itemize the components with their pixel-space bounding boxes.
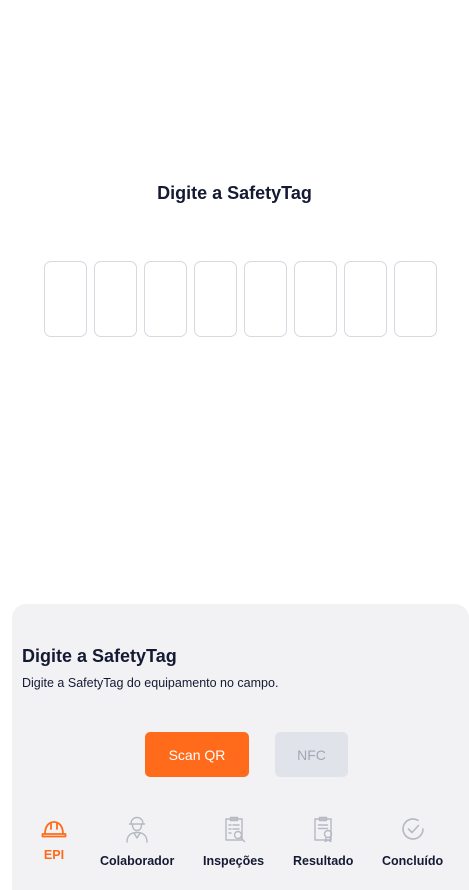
scan-qr-button[interactable]: Scan QR: [145, 732, 249, 777]
nav-item-colaborador[interactable]: Colaborador: [100, 814, 174, 868]
safetytag-input-row: [44, 261, 437, 337]
inspection-clipboard-icon: [224, 816, 245, 843]
result-document-icon: [314, 816, 333, 843]
nav-item-inspecoes[interactable]: Inspeções: [203, 814, 264, 868]
bottom-sheet: Digite a SafetyTag Digite a SafetyTag do…: [12, 604, 469, 890]
nav-label-colaborador: Colaborador: [100, 854, 175, 868]
worker-icon: [126, 816, 148, 843]
screen: Digite a SafetyTag Digite a SafetyTag Di…: [0, 0, 469, 890]
tag-digit-input-2[interactable]: [94, 261, 137, 337]
tag-digit-input-7[interactable]: [344, 261, 387, 337]
step-nav-bar: EPI Colaborador Inspeções Resultado Conc…: [12, 814, 469, 884]
tag-digit-input-1[interactable]: [44, 261, 87, 337]
sheet-title: Digite a SafetyTag: [22, 646, 177, 666]
tag-digit-input-4[interactable]: [194, 261, 237, 337]
nfc-button[interactable]: NFC: [275, 732, 348, 777]
tag-digit-input-3[interactable]: [144, 261, 187, 337]
sheet-subtitle: Digite a SafetyTag do equipamento no cam…: [22, 676, 279, 690]
nav-item-concluido[interactable]: Concluído: [382, 814, 443, 868]
nav-item-resultado[interactable]: Resultado: [293, 814, 353, 868]
page-title: Digite a SafetyTag: [157, 183, 312, 203]
tag-digit-input-5[interactable]: [244, 261, 287, 337]
tag-digit-input-6[interactable]: [294, 261, 337, 337]
hard-hat-icon: [41, 821, 67, 838]
check-circle-icon: [401, 818, 424, 840]
nav-label-inspecoes: Inspeções: [203, 854, 265, 868]
tag-digit-input-8[interactable]: [394, 261, 437, 337]
nav-label-resultado: Resultado: [293, 854, 354, 868]
nav-label-epi: EPI: [43, 848, 65, 862]
nav-item-epi[interactable]: EPI: [39, 814, 69, 862]
nav-label-concluido: Concluído: [382, 854, 444, 868]
